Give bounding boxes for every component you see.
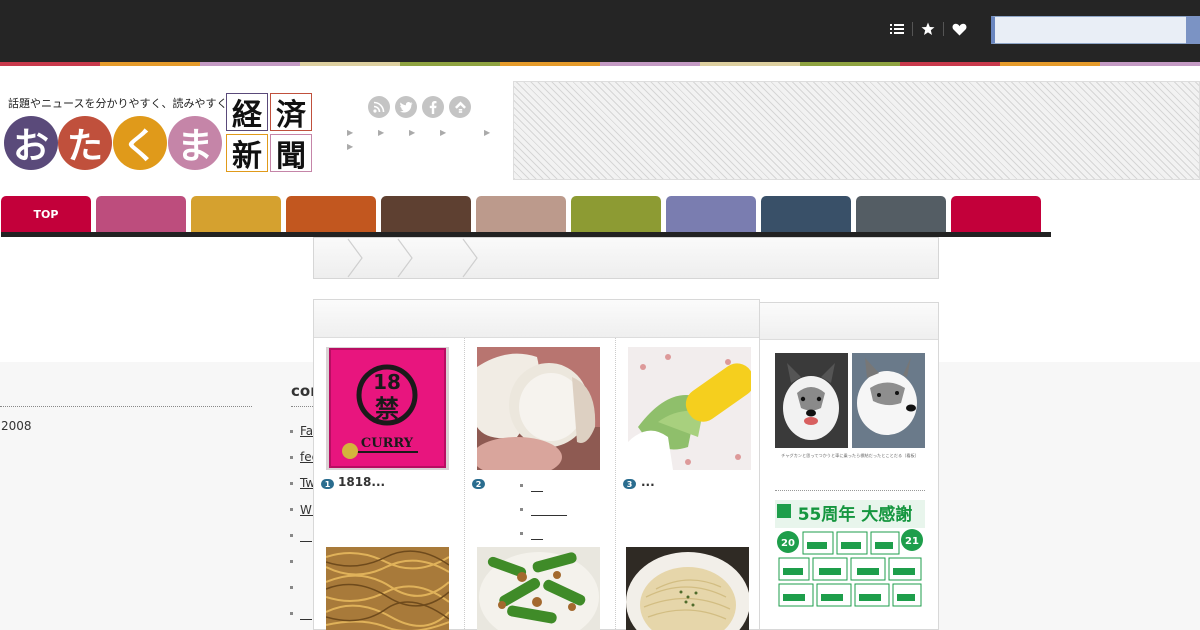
rank-badge: 1 — [321, 479, 334, 489]
color-strip-segment — [500, 62, 600, 66]
color-strip-segment — [200, 62, 300, 66]
breadcrumb — [313, 237, 939, 279]
rank-badge: 3 — [623, 479, 636, 489]
logo-circle-ma[interactable]: ま — [168, 116, 222, 170]
color-strip — [0, 62, 1200, 66]
logo-kanji-zai: 済 — [270, 93, 312, 133]
ranking-sub-links: ＿ ＿＿＿ ＿ — [520, 473, 567, 545]
nav-tab[interactable] — [666, 196, 756, 232]
sub-link[interactable]: ＿＿＿ — [531, 501, 567, 518]
nav-tab[interactable] — [191, 196, 281, 232]
logo-circle-o[interactable]: お — [4, 116, 58, 170]
logo-kanji-shin: 新 — [226, 134, 268, 174]
rss-icon[interactable] — [368, 96, 390, 118]
rank-badge: 2 — [472, 479, 485, 489]
category-nav: TOP — [1, 196, 1041, 232]
divider — [775, 490, 925, 491]
nav-tab[interactable] — [761, 196, 851, 232]
curry-box-label: CURRY — [361, 436, 414, 451]
feedly-icon[interactable] — [449, 96, 471, 118]
color-strip-segment — [700, 62, 800, 66]
header-link-arrow[interactable]: ▶ — [378, 128, 384, 137]
nav-tab[interactable] — [951, 196, 1041, 232]
ranking-thumb-pasta[interactable] — [626, 547, 749, 630]
color-strip-segment — [0, 62, 100, 66]
contents-link[interactable]: ＿ — [300, 527, 312, 544]
color-strip-segment — [900, 62, 1000, 66]
header-link-arrow[interactable]: ▶ — [347, 142, 353, 151]
flyer-badge: 21 — [905, 536, 919, 547]
ranking-thumb-curry[interactable]: 18 禁 CURRY — [326, 347, 449, 470]
color-strip-segment — [100, 62, 200, 66]
color-strip-segment — [800, 62, 900, 66]
nav-tab[interactable] — [571, 196, 661, 232]
divider — [943, 22, 944, 36]
archive-year[interactable]: 2008 — [1, 419, 32, 433]
header-link-arrow[interactable]: ▶ — [440, 128, 446, 137]
logo-circle-ta[interactable]: た — [58, 116, 112, 170]
sub-link[interactable]: ＿ — [531, 525, 543, 542]
divider — [912, 22, 913, 36]
star-icon[interactable] — [920, 21, 936, 37]
sub-link[interactable]: ＿ — [531, 477, 543, 494]
flyer-headline: 55周年 大感謝 — [798, 504, 913, 525]
breadcrumb-chevrons — [347, 238, 478, 278]
ranking-thumb-citrus[interactable] — [477, 347, 600, 470]
site-tagline: 話題やニュースを分かりやすく、読みやすく。 — [8, 97, 239, 110]
color-strip-segment — [400, 62, 500, 66]
nav-tab[interactable] — [856, 196, 946, 232]
color-strip-segment — [1100, 62, 1200, 66]
list-item[interactable]: ＿ — [520, 521, 567, 545]
header-link-arrow[interactable]: ▶ — [484, 128, 490, 137]
list-item[interactable]: ＿ — [520, 473, 567, 497]
top-icon-group — [889, 21, 967, 37]
right-ad-dogs[interactable]: チャグカンと思ってつかうと車に乗ったら標結だったとことだる（看板） — [775, 353, 925, 460]
nav-tab-top[interactable]: TOP — [1, 196, 91, 232]
nav-tab[interactable] — [381, 196, 471, 232]
logo-kanji-kei: 経 — [226, 93, 268, 133]
right-ad-flyer[interactable]: 55周年 大感謝 20 21 — [775, 500, 925, 608]
list-item[interactable]: ＿＿＿ — [520, 497, 567, 521]
color-strip-segment — [1000, 62, 1100, 66]
curry-box-number: 18 — [373, 370, 401, 394]
header-link-arrow[interactable]: ▶ — [409, 128, 415, 137]
header-ad-banner[interactable] — [513, 81, 1200, 180]
nav-tab[interactable] — [286, 196, 376, 232]
column-divider — [464, 338, 465, 630]
ranking-thumb-corn[interactable] — [628, 347, 751, 470]
header-link-arrow[interactable]: ▶ — [347, 128, 353, 137]
contents-link[interactable]: ＿ — [300, 605, 312, 622]
ranking-header — [314, 300, 759, 338]
search-input[interactable] — [991, 16, 1187, 44]
color-strip-segment — [600, 62, 700, 66]
ranking-item-title[interactable]: ... — [641, 475, 655, 489]
search-button[interactable] — [1186, 16, 1200, 44]
logo-circle-ku[interactable]: く — [113, 116, 167, 170]
list-icon[interactable] — [889, 21, 905, 37]
facebook-icon[interactable] — [422, 96, 444, 118]
nav-tab[interactable] — [476, 196, 566, 232]
column-divider — [615, 338, 616, 630]
curry-box-kanji: 禁 — [375, 395, 399, 423]
nav-tab[interactable] — [96, 196, 186, 232]
flyer-badge: 20 — [781, 538, 795, 549]
heart-icon[interactable] — [951, 21, 967, 37]
logo-kanji-bun: 聞 — [270, 134, 312, 174]
ranking-thumb-noodles[interactable] — [326, 547, 449, 630]
divider — [0, 406, 252, 407]
right-panel-header — [760, 303, 938, 340]
ranking-item-title[interactable]: 1818... — [338, 475, 385, 489]
dogs-ad-caption: チャグカンと思ってつかうと車に乗ったら標結だったとことだる（看板） — [781, 452, 919, 459]
ranking-thumb-peppers[interactable] — [477, 547, 600, 630]
color-strip-segment — [300, 62, 400, 66]
page: 話題やニュースを分かりやすく、読みやすく。 お た く ま 経 済 新 聞 ▶ … — [0, 0, 1200, 630]
twitter-icon[interactable] — [395, 96, 417, 118]
